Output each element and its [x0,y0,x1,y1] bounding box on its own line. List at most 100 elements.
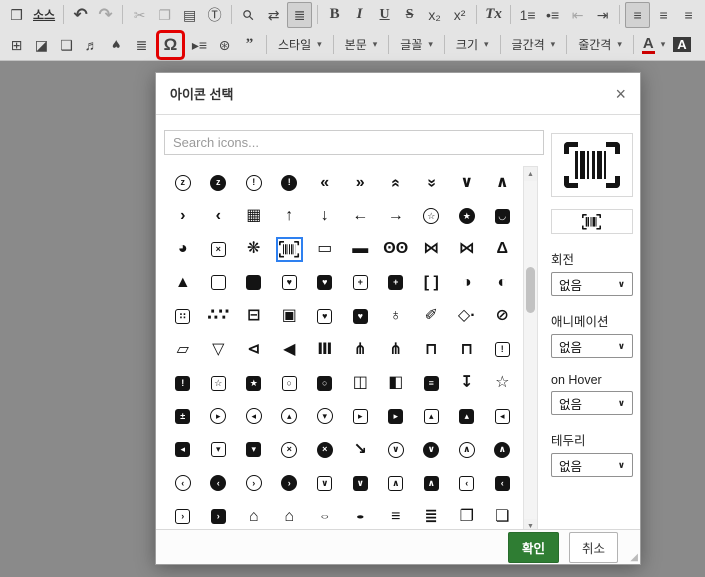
numbered-list-button[interactable]: 1≡ [516,3,539,27]
icon-camera-cctv-solid[interactable]: ◀ [272,333,308,366]
font-dropdown[interactable]: 글꼴 ▾ [394,33,439,57]
icon-circle-chevron-up-solid[interactable]: ∧ [485,433,521,466]
icon-bed-solid[interactable]: ▬ [343,233,379,266]
icon-barcode-read[interactable] [272,233,308,266]
icon-square-caret-down-solid[interactable]: ▾ [236,433,272,466]
icon-award-solid[interactable]: ★ [449,199,485,232]
hover-select[interactable]: 없음 ∨ [551,391,633,415]
icon-alarm-snooze[interactable]: z [165,166,201,199]
source-text-button[interactable]: 소스 [30,3,58,27]
size-dropdown[interactable]: 크기 ▾ [450,33,495,57]
format-dropdown[interactable]: 본문 ▾ [339,33,384,57]
icon-binoculars[interactable]: ʘʘ [378,233,414,266]
icon-angles-right[interactable]: » [343,166,379,199]
style-dropdown[interactable]: 스타일 ▾ [272,33,328,57]
icon-eraser[interactable]: ▱ [165,333,201,366]
icon-braille-dots[interactable]: ∴∵ [201,300,237,333]
scroll-up-icon[interactable]: ▲ [524,167,537,181]
icon-webcam[interactable]: ○ [272,366,308,399]
icon-flask-solid[interactable]: ▲ [165,266,201,299]
icon-square-caret-up-solid[interactable]: ▴ [449,400,485,433]
icon-circle-chevron-down[interactable]: ∨ [378,433,414,466]
icon-circle-chevron-left[interactable]: ‹ [165,467,201,500]
icon-backpack-solid[interactable]: ≡ [414,366,450,399]
source-icon-button[interactable]: ❒ [5,3,28,27]
icon-calendar-star-solid[interactable]: ★ [236,366,272,399]
strikethrough-button[interactable]: S [398,3,421,27]
icon-angle-up[interactable]: ∧ [485,166,521,199]
scroll-thumb[interactable] [526,267,535,313]
icon-circle-caret-up[interactable]: ▴ [272,400,308,433]
icon-circle-caret-left[interactable]: ◂ [236,400,272,433]
icon-circle-caret-down[interactable]: ▾ [307,400,343,433]
icon-circle-chevron-up[interactable]: ∧ [449,433,485,466]
icon-share-nodes-solid[interactable]: ⋔ [378,333,414,366]
icon-square-caret-left[interactable]: ◂ [485,400,521,433]
icon-basketball-solid[interactable]: ◕ [165,233,201,266]
icon-circle-caret-right[interactable]: ▸ [201,400,237,433]
icon-alarm-exclamation[interactable]: ! [236,166,272,199]
icon-calendar-star[interactable]: ☆ [201,366,237,399]
icon-angle-left[interactable]: ‹ [201,199,237,232]
icon-clipboard-xmark[interactable]: × [201,233,237,266]
icon-network-solid[interactable]: ⊓ [449,333,485,366]
icon-martini-glass[interactable]: ▽ [201,333,237,366]
icon-angles-down[interactable]: » [414,166,450,199]
special-char-button[interactable]: Ω [159,33,182,57]
undo-button[interactable]: ↶ [69,3,92,27]
page-break-button[interactable]: ▸≡ [188,33,211,57]
grid-scrollbar[interactable]: ▲ ▼ [523,166,538,534]
icon-camera-cctv[interactable]: ⊲ [236,333,272,366]
bulleted-list-button[interactable]: •≡ [541,3,564,27]
icon-square-caret-right[interactable]: ▸ [343,400,379,433]
icon-book-solid[interactable] [236,266,272,299]
confirm-button[interactable]: 확인 [507,531,559,563]
icon-browser[interactable]: ⊟ [236,300,272,333]
paste-text-button[interactable]: Ⓣ [203,3,226,27]
icon-alarm-snooze-solid[interactable]: z [201,166,237,199]
icon-calendar-exclamation[interactable]: ! [485,333,521,366]
icon-flask[interactable]: Δ [485,233,521,266]
icon-bone-solid[interactable]: ⋈ [449,233,485,266]
icon-bed[interactable]: ▭ [307,233,343,266]
cancel-button[interactable]: 취소 [568,531,618,563]
icon-alarm-exclamation-solid[interactable]: ! [272,166,308,199]
paste-button[interactable]: ▤ [178,3,201,27]
table-button[interactable]: ⊞ [5,33,28,57]
select-all-button[interactable]: ≣ [287,1,313,28]
icon-square-chevron-up-solid[interactable]: ∧ [414,467,450,500]
icon-video-camera[interactable]: ◫ [343,366,379,399]
icon-square-caret-up[interactable]: ▴ [414,400,450,433]
icon-book-heart[interactable]: ♥ [272,266,308,299]
superscript-button[interactable]: x² [448,3,471,27]
icon-circle-half-solid[interactable]: ◐ [485,266,521,299]
icon-angle-down[interactable]: ∨ [449,166,485,199]
icon-braille[interactable]: ∷ [165,300,201,333]
globe-button[interactable]: ⊛ [213,33,236,57]
icon-network[interactable]: ⊓ [414,333,450,366]
icon-capsule[interactable]: ⊘ [485,300,521,333]
icon-square-chevron-left[interactable]: ‹ [449,467,485,500]
icon-square-chevron-up[interactable]: ∧ [378,467,414,500]
icon-webcam-solid[interactable]: ○ [307,366,343,399]
icon-arrow-right[interactable]: → [378,199,414,232]
icon-cash-register[interactable]: ▦ [236,199,272,232]
icon-circle-chevron-down-solid[interactable]: ∨ [414,433,450,466]
image-button[interactable]: ◪ [30,33,53,57]
icon-calendar-heart-solid[interactable]: ♥ [343,300,379,333]
icon-share-nodes[interactable]: ⋔ [343,333,379,366]
icon-book-medical-solid[interactable]: + [378,266,414,299]
indent-button[interactable]: ⇥ [591,3,614,27]
icon-square-chevron-left-solid[interactable]: ‹ [485,467,521,500]
icon-arrow-down[interactable]: ↓ [307,199,343,232]
icon-angles-left[interactable]: « [307,166,343,199]
horizontal-lines-button[interactable]: ≣ [130,33,153,57]
find-button[interactable]: ⚲ [237,3,260,27]
icon-book-heart-solid[interactable]: ♥ [307,266,343,299]
icon-square-caret-right-solid[interactable]: ▸ [378,400,414,433]
remove-format-button[interactable]: Tx [482,3,505,27]
line-spacing-dropdown[interactable]: 줄간격 ▾ [572,33,628,57]
icon-arrow-left[interactable]: ← [343,199,379,232]
italic-button[interactable]: I [348,3,371,27]
icon-square-chevron-down-solid[interactable]: ∨ [343,467,379,500]
